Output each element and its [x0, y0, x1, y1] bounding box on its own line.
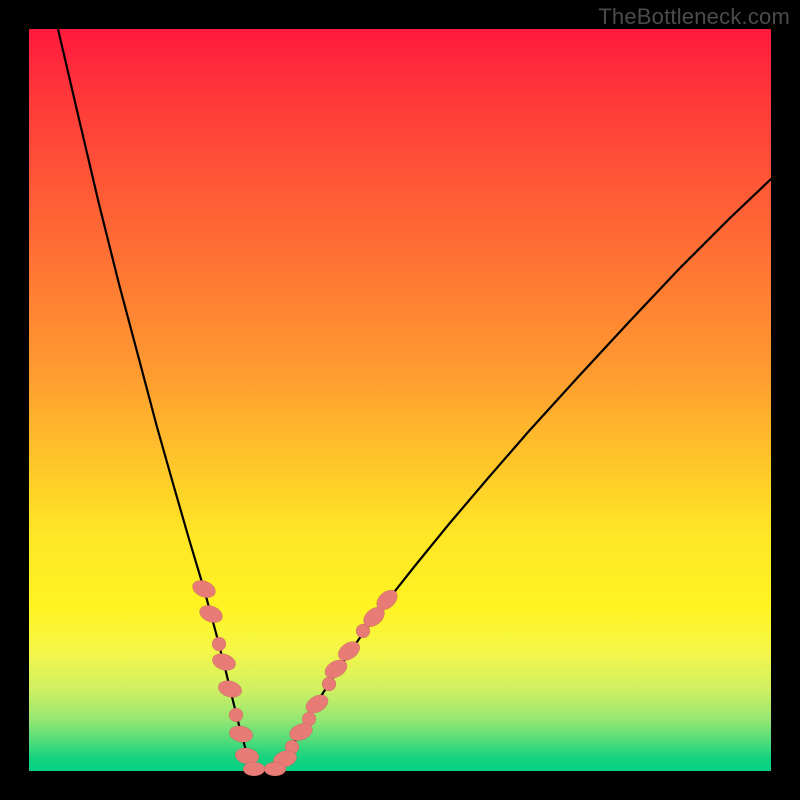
- bead-left-3: [210, 651, 238, 674]
- bead-right-0: [322, 677, 336, 691]
- watermark-text: TheBottleneck.com: [598, 4, 790, 30]
- curve-svg: [29, 29, 771, 771]
- bead-left-6: [228, 724, 255, 745]
- beads-group: [190, 577, 401, 776]
- bead-bottom-0: [243, 762, 265, 776]
- curve-right-branch: [275, 179, 771, 771]
- bead-left-2: [212, 637, 226, 651]
- chart-frame: TheBottleneck.com: [0, 0, 800, 800]
- plot-area: [29, 29, 771, 771]
- bead-left-1: [197, 602, 225, 626]
- bead-left-0: [190, 577, 218, 601]
- bead-bottom-1: [264, 762, 286, 776]
- bead-left-4: [216, 678, 243, 700]
- bead-left-5: [229, 708, 243, 722]
